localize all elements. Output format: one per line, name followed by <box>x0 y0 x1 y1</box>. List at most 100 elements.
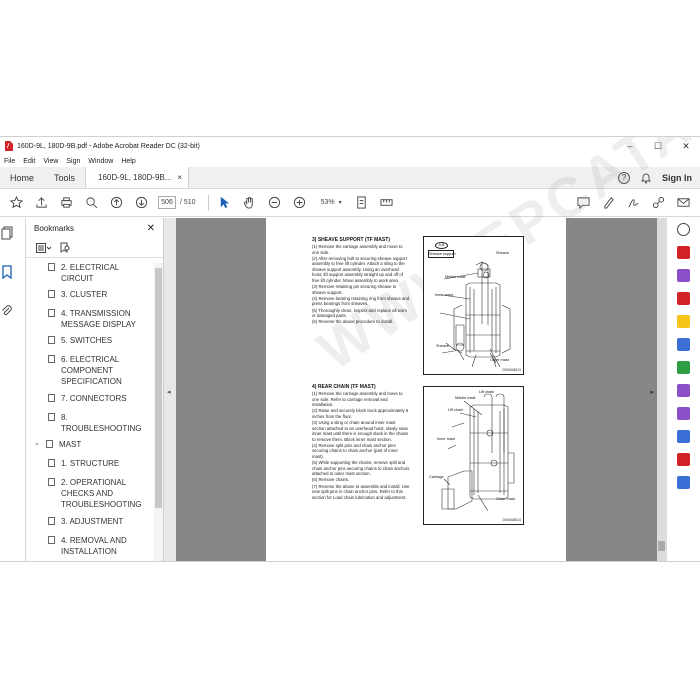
bookmarks-scrollbar[interactable] <box>154 263 163 561</box>
maximize-button[interactable]: ☐ <box>644 141 672 152</box>
page-fit-icon[interactable] <box>354 195 370 211</box>
sheave-support-figure: A,B Sheave support Sheave Middle mast In… <box>423 236 524 375</box>
menu-view[interactable]: View <box>43 158 58 165</box>
search-bookmark-icon[interactable] <box>60 242 71 253</box>
section-title: 3) SHEAVE SUPPORT (TF MAST) <box>312 237 390 243</box>
create-pdf-icon[interactable] <box>677 246 690 259</box>
upload-icon[interactable] <box>33 195 49 211</box>
left-nav-rail <box>0 218 26 561</box>
bookmark-item[interactable]: 6. ELECTRICAL COMPONENT SPECIFICATION <box>48 354 148 387</box>
bell-icon[interactable] <box>640 172 652 184</box>
document-scrollbar[interactable] <box>657 218 666 561</box>
bookmark-item[interactable]: 7. CONNECTORS <box>48 393 148 404</box>
minimize-button[interactable]: – <box>616 141 644 152</box>
bookmark-item[interactable]: 3. ADJUSTMENT <box>48 516 148 527</box>
bookmarks-close-icon[interactable]: ✕ <box>147 223 155 234</box>
protect-icon[interactable] <box>677 430 690 443</box>
comment-icon[interactable] <box>575 195 591 211</box>
fill-sign-icon[interactable] <box>677 384 690 397</box>
combine-files-icon[interactable] <box>677 338 690 351</box>
mast-drawing <box>439 261 511 368</box>
organize-pages-icon[interactable] <box>677 361 690 374</box>
help-icon[interactable]: ? <box>618 171 630 184</box>
zoom-out-icon[interactable] <box>267 195 283 211</box>
star-icon[interactable] <box>8 195 24 211</box>
bookmark-item[interactable]: 4. TRANSMISSION MESSAGE DISPLAY <box>48 308 148 330</box>
tab-close-icon[interactable]: × <box>177 173 182 182</box>
right-tools-rail <box>666 218 700 561</box>
zoom-in-icon[interactable] <box>292 195 308 211</box>
collapse-chevron-icon[interactable]: ⌄ <box>34 439 43 450</box>
zoom-search-icon[interactable] <box>677 223 690 236</box>
menu-file[interactable]: File <box>4 158 15 165</box>
bookmark-item[interactable]: 1. STRUCTURE <box>48 458 148 469</box>
tab-bar: Home Tools 160D-9L, 180D-9B... × ? Sign … <box>0 167 700 189</box>
bookmark-item[interactable]: 2. OPERATIONAL CHECKS AND TROUBLESHOOTIN… <box>48 477 148 510</box>
bookmarks-toolbar <box>26 238 163 258</box>
next-page-icon[interactable] <box>133 195 149 211</box>
bookmark-item-mast[interactable]: ⌄ MAST <box>34 439 144 450</box>
section-steps: (1) Remove the carriage assembly and mov… <box>312 244 410 325</box>
bookmark-item[interactable]: 4. REMOVAL AND INSTALLATION <box>48 535 148 557</box>
comment-tool-icon[interactable] <box>677 315 690 328</box>
tab-document[interactable]: 160D-9L, 180D-9B... × <box>85 167 190 188</box>
more-tools-icon[interactable] <box>379 195 395 211</box>
menu-window[interactable]: Window <box>88 158 113 165</box>
collapse-panel-arrow-icon[interactable]: ◂ <box>167 388 171 396</box>
bookmark-item[interactable]: 3. CLUSTER <box>48 289 148 300</box>
tab-home[interactable]: Home <box>0 167 44 188</box>
export-pdf-icon[interactable] <box>677 292 690 305</box>
bookmark-item[interactable]: 2. ELECTRICAL CIRCUIT <box>48 263 148 284</box>
tab-document-label: 160D-9L, 180D-9B... <box>98 173 172 182</box>
window-title: 160D-9L, 180D-9B.pdf - Adobe Acrobat Rea… <box>17 142 200 150</box>
share-link-icon[interactable] <box>650 195 666 211</box>
main-toolbar: 506 / 510 53% ▾ <box>0 189 700 217</box>
previous-page-icon[interactable] <box>108 195 124 211</box>
send-for-signature-icon[interactable] <box>677 407 690 420</box>
highlight-pen-icon[interactable] <box>600 195 616 211</box>
section-steps: (1) Remove the carriage assembly and mov… <box>312 391 410 500</box>
page-total: / 510 <box>180 199 196 206</box>
sign-in-button[interactable]: Sign In <box>662 173 692 183</box>
divider <box>207 194 209 211</box>
bookmark-icon[interactable] <box>0 265 14 280</box>
menu-bar: File Edit View Sign Window Help <box>0 155 700 167</box>
accessibility-icon[interactable] <box>677 476 690 489</box>
attachment-icon[interactable] <box>0 304 14 318</box>
bookmarks-panel: Bookmarks ✕ 2. ELECTRICAL CIRCUIT 3. CLU… <box>26 218 164 561</box>
pdf-file-icon <box>5 141 13 151</box>
bookmark-options-icon[interactable] <box>36 242 52 253</box>
menu-sign[interactable]: Sign <box>66 158 80 165</box>
close-window-button[interactable]: ✕ <box>672 141 700 152</box>
hand-tool-icon[interactable] <box>242 195 258 211</box>
more-tools-rail-icon[interactable] <box>677 453 690 466</box>
zoom-level[interactable]: 53% <box>321 199 335 206</box>
bookmark-list: 2. ELECTRICAL CIRCUIT 3. CLUSTER 4. TRAN… <box>26 263 153 561</box>
menu-help[interactable]: Help <box>121 158 135 165</box>
bookmarks-title: Bookmarks <box>34 223 75 233</box>
document-view[interactable]: WWW.EPCATALOGS.COM 3) SHEAVE SUPPORT (TF… <box>176 137 700 561</box>
chain-drawing <box>441 393 515 512</box>
zoom-dropdown-chevron-icon[interactable]: ▾ <box>339 199 342 206</box>
section-title: 4) REAR CHAIN (TF MAST) <box>312 384 376 390</box>
find-text-icon[interactable] <box>83 195 99 211</box>
sign-icon[interactable] <box>625 195 641 211</box>
page-number-input[interactable]: 506 <box>158 196 176 209</box>
email-icon[interactable] <box>675 195 691 211</box>
bookmarks-header: Bookmarks ✕ <box>26 218 163 238</box>
print-icon[interactable] <box>58 195 74 211</box>
select-cursor-icon[interactable] <box>217 195 233 211</box>
bookmark-item[interactable]: 8. TROUBLESHOOTING <box>48 412 148 434</box>
figure-badge: A,B <box>435 242 448 249</box>
acrobat-window: 160D-9L, 180D-9B.pdf - Adobe Acrobat Rea… <box>0 136 700 562</box>
expand-panel-arrow-icon[interactable]: ▸ <box>650 388 654 396</box>
rear-chain-figure: Lift chain Middle mast Lift chain Inner … <box>423 386 524 525</box>
bookmark-item[interactable]: 5. SWITCHES <box>48 335 148 346</box>
edit-pdf-icon[interactable] <box>677 269 690 282</box>
menu-edit[interactable]: Edit <box>23 158 35 165</box>
panel-splitter[interactable]: ◂ <box>164 218 176 561</box>
page-thumbnails-icon[interactable] <box>0 226 14 240</box>
title-bar: 160D-9L, 180D-9B.pdf - Adobe Acrobat Rea… <box>0 137 700 155</box>
figure-code: D505A8813 <box>502 368 522 372</box>
tab-tools[interactable]: Tools <box>44 167 85 188</box>
